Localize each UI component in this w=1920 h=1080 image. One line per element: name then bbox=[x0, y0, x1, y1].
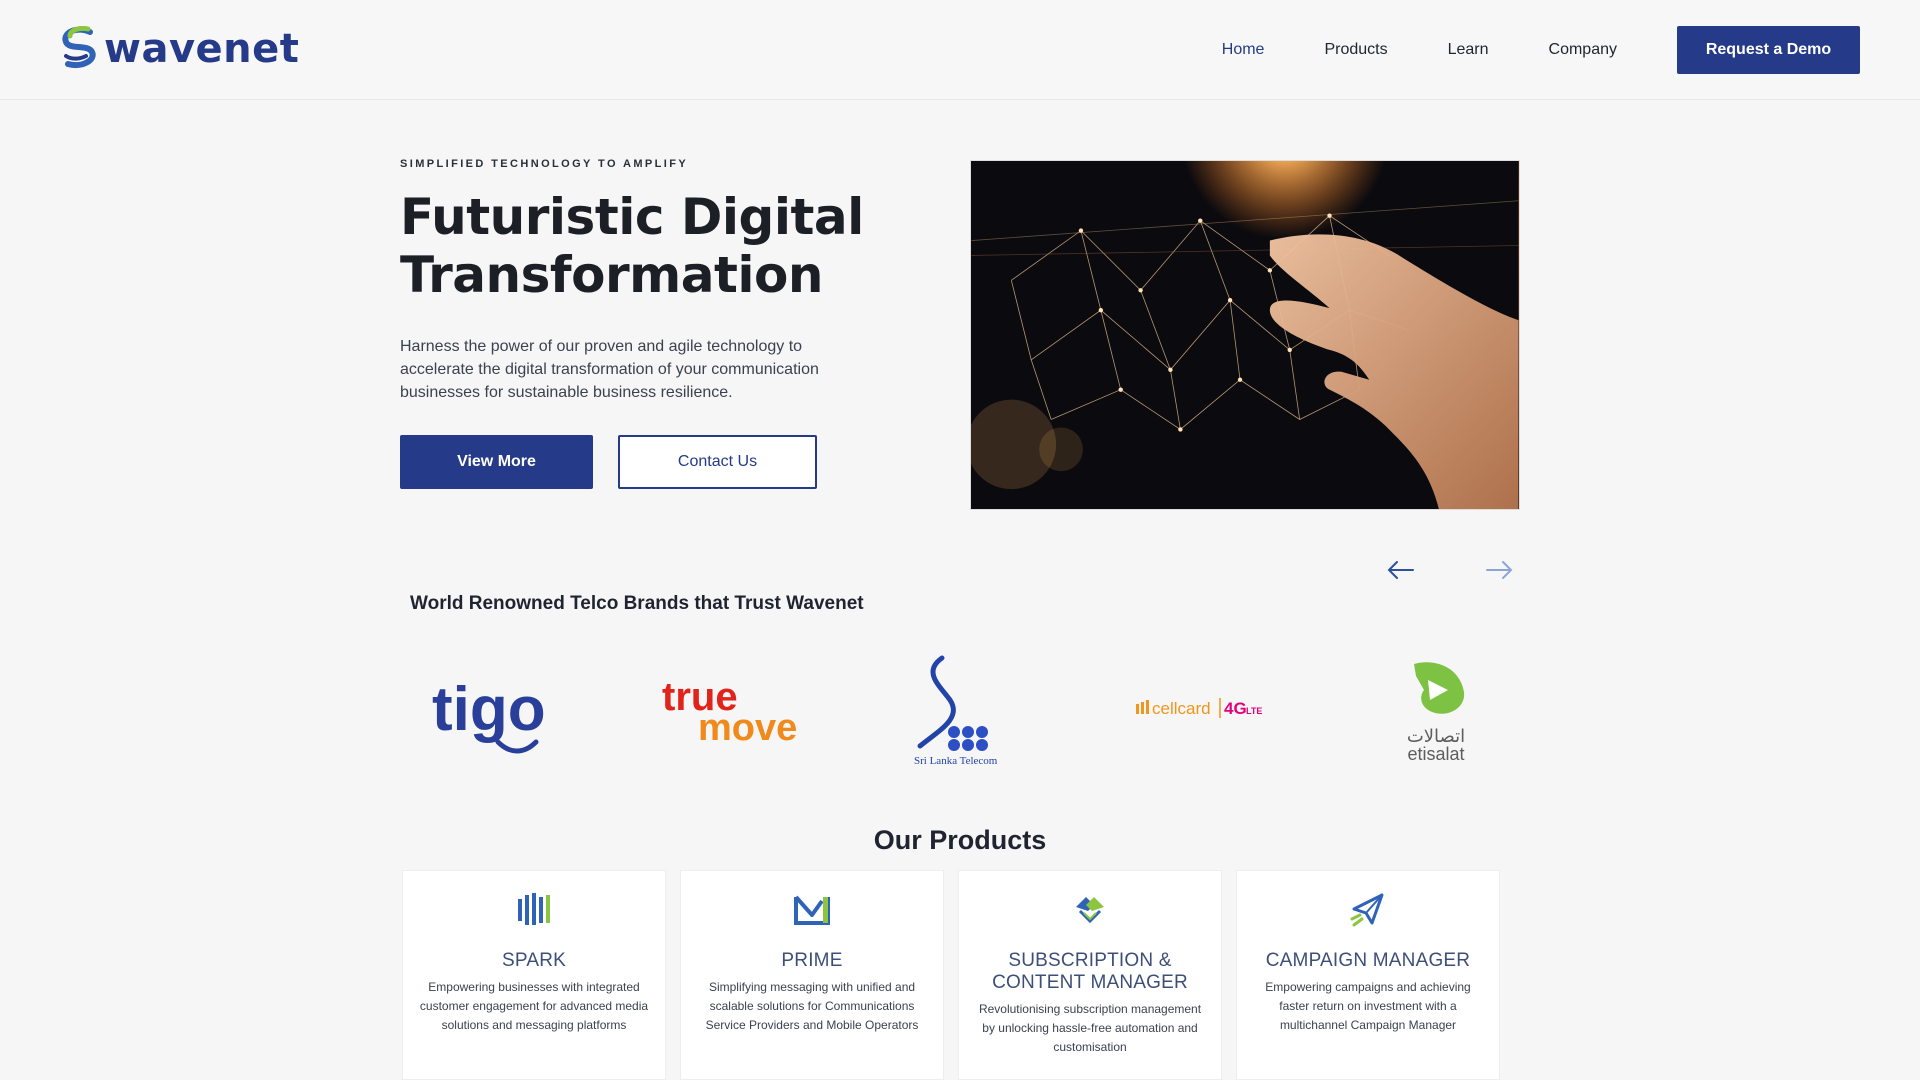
contact-us-button[interactable]: Contact Us bbox=[618, 435, 817, 489]
envelope-m-icon bbox=[794, 895, 830, 925]
product-card-campaign-manager[interactable]: CAMPAIGN MANAGER Empowering campaigns an… bbox=[1236, 870, 1500, 1080]
nav-learn[interactable]: Learn bbox=[1448, 41, 1489, 59]
arrow-right-icon bbox=[1486, 561, 1513, 579]
nav-company[interactable]: Company bbox=[1549, 41, 1617, 59]
svg-text:Sri Lanka Telecom: Sri Lanka Telecom bbox=[914, 755, 998, 767]
brand-logo-sri-lanka-telecom: Sri Lanka Telecom bbox=[892, 650, 1032, 770]
product-card-subscription-content-manager[interactable]: SUBSCRIPTION & CONTENT MANAGER Revolutio… bbox=[958, 870, 1222, 1080]
hero-image bbox=[970, 160, 1520, 510]
wave-logo-icon bbox=[62, 26, 96, 68]
brand-logo-cellcard: cellcard 4G LTE bbox=[1128, 650, 1268, 770]
product-description: Revolutionising subscription management … bbox=[978, 1002, 1202, 1054]
request-demo-button[interactable]: Request a Demo bbox=[1677, 26, 1860, 74]
digital-network-illustration bbox=[971, 161, 1519, 509]
svg-text:LTE: LTE bbox=[1246, 706, 1262, 716]
products-heading: Our Products bbox=[873, 825, 1047, 855]
brand-logo-truemove: true move bbox=[656, 650, 796, 770]
logo-wordmark: wavenet bbox=[104, 26, 300, 72]
svg-text:cellcard: cellcard bbox=[1152, 699, 1211, 718]
wavenet-logo[interactable]: wavenet bbox=[58, 24, 299, 72]
hero-title: Futuristic Digital Transformation bbox=[400, 188, 864, 304]
bars-icon bbox=[518, 893, 550, 925]
svg-text:4G: 4G bbox=[1224, 699, 1247, 718]
cellcard-logo: cellcard 4G LTE bbox=[1136, 698, 1262, 718]
nav-home[interactable]: Home bbox=[1222, 41, 1265, 59]
product-description: Simplifying messaging with unified and s… bbox=[705, 980, 919, 1032]
nav-products[interactable]: Products bbox=[1324, 41, 1387, 59]
product-name: PRIME bbox=[781, 950, 843, 971]
svg-text:tigo: tigo bbox=[432, 675, 546, 744]
site-header: wavenet Home Products Learn Company Requ… bbox=[0, 0, 1920, 100]
tigo-logo: tigo bbox=[432, 675, 546, 754]
product-name: SPARK bbox=[501, 950, 566, 971]
product-card-spark[interactable]: SPARK Empowering businesses with integra… bbox=[402, 870, 666, 1080]
svg-text:move: move bbox=[698, 707, 796, 749]
hero-carousel-controls bbox=[1380, 550, 1520, 590]
arrow-left-icon bbox=[1387, 561, 1414, 579]
product-name: CAMPAIGN MANAGER bbox=[1265, 950, 1471, 971]
product-description: Empowering campaigns and achieving faste… bbox=[1265, 980, 1471, 1032]
brand-logo-tigo: tigo bbox=[420, 650, 560, 770]
hero-eyebrow: SIMPLIFIED TECHNOLOGY TO AMPLIFY bbox=[400, 158, 689, 170]
handshake-icon bbox=[1076, 897, 1104, 924]
truemove-logo: true move bbox=[662, 675, 796, 749]
product-name: SUBSCRIPTION & CONTENT MANAGER bbox=[992, 950, 1188, 993]
carousel-prev-button[interactable] bbox=[1380, 550, 1420, 590]
product-card-prime[interactable]: PRIME Simplifying messaging with unified… bbox=[680, 870, 944, 1080]
view-more-button[interactable]: View More bbox=[400, 435, 593, 489]
paper-plane-icon bbox=[1350, 893, 1384, 927]
product-cards: SPARK Empowering businesses with integra… bbox=[402, 870, 1502, 1080]
product-description: Empowering businesses with integrated cu… bbox=[419, 980, 649, 1032]
brand-logo-etisalat: اتصالات etisalat bbox=[1366, 650, 1506, 770]
etisalat-logo: اتصالات etisalat bbox=[1407, 662, 1465, 764]
slt-logo: Sri Lanka Telecom bbox=[914, 655, 998, 767]
main-nav: Home Products Learn Company Request a De… bbox=[1222, 0, 1920, 100]
carousel-next-button[interactable] bbox=[1480, 550, 1520, 590]
svg-text:etisalat: etisalat bbox=[1407, 744, 1464, 764]
hero-description: Harness the power of our proven and agil… bbox=[400, 338, 819, 401]
brands-heading: World Renowned Telco Brands that Trust W… bbox=[410, 593, 864, 614]
